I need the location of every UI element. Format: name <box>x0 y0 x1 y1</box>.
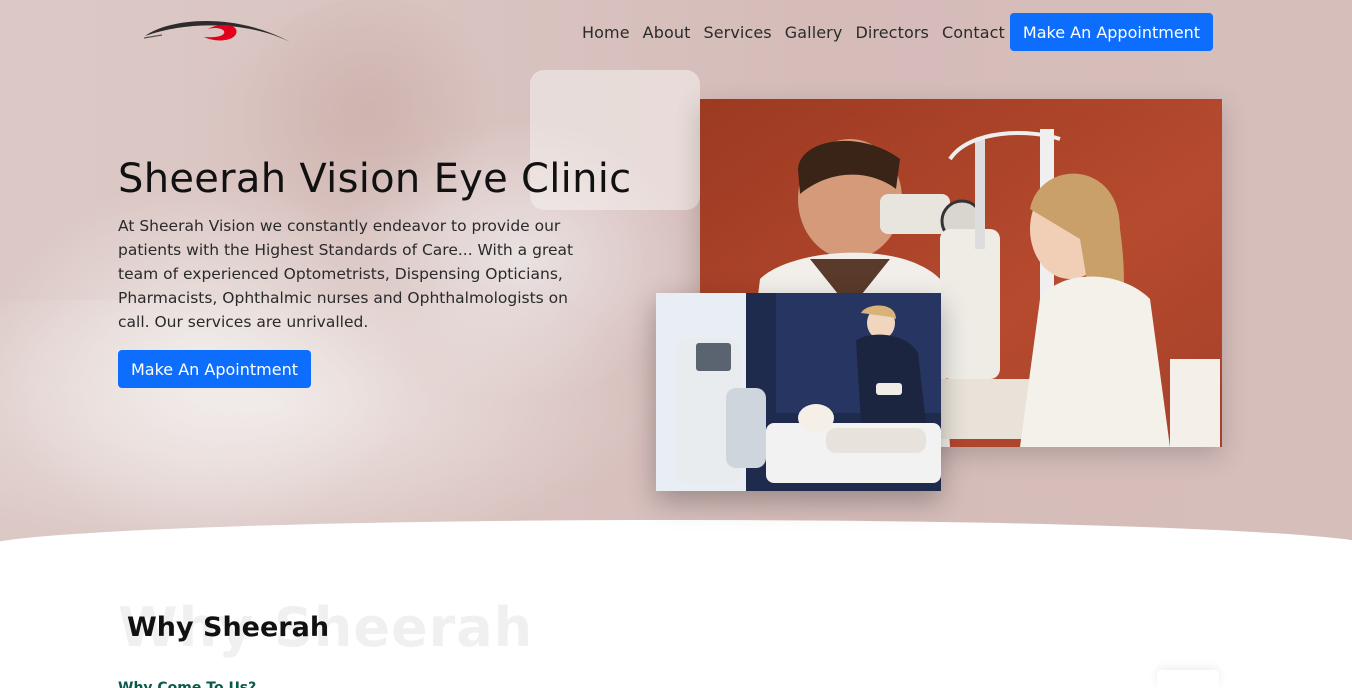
treatment-room-photo <box>656 293 941 491</box>
nav-appointment-button[interactable]: Make An Appointment <box>1010 13 1213 51</box>
nav-gallery[interactable]: Gallery <box>785 23 843 42</box>
nav-contact[interactable]: Contact <box>942 23 1005 42</box>
hero-description: At Sheerah Vision we constantly endeavor… <box>118 217 574 331</box>
why-section-subtitle: Why Come To Us? <box>118 680 257 688</box>
nav-services[interactable]: Services <box>703 23 771 42</box>
hero-appointment-button[interactable]: Make An Apointment <box>118 350 311 388</box>
nav-directors[interactable]: Directors <box>855 23 929 42</box>
hero-title: Sheerah Vision Eye Clinic <box>118 156 632 202</box>
why-section-title: Why Sheerah <box>127 612 330 643</box>
site-logo[interactable] <box>140 14 295 54</box>
back-to-top-button[interactable] <box>1157 670 1219 688</box>
nav-home[interactable]: Home <box>582 23 630 42</box>
main-nav: Home About Services Gallery Directors Co… <box>576 13 1018 51</box>
nav-about[interactable]: About <box>643 23 691 42</box>
